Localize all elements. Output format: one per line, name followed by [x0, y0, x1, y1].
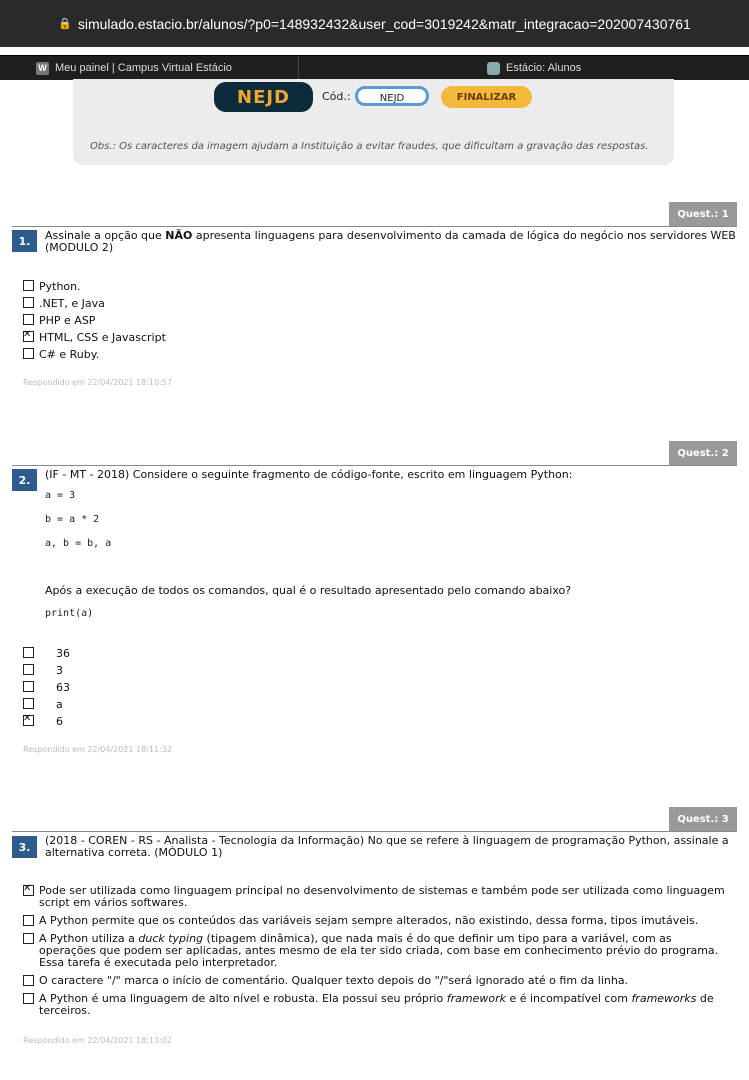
- cod-input[interactable]: NEJD: [355, 86, 429, 106]
- option[interactable]: Pode ser utilizada como linguagem princi…: [23, 883, 729, 909]
- checkbox[interactable]: [23, 314, 34, 325]
- question-number: 3.: [12, 836, 37, 858]
- tab-strip: W Meu painel | Campus Virtual Estácio Es…: [0, 55, 749, 80]
- option[interactable]: O caractere "/" marca o início de coment…: [23, 975, 729, 987]
- checkbox[interactable]: [23, 664, 34, 675]
- code-line: a, b = b, a: [45, 538, 112, 549]
- option[interactable]: 36: [23, 647, 70, 660]
- checkbox[interactable]: [23, 297, 34, 308]
- checkbox-checked[interactable]: [23, 713, 34, 726]
- option[interactable]: A Python utiliza a duck typing (tipagem …: [23, 933, 729, 969]
- option[interactable]: A Python permite que os conteúdos das va…: [23, 915, 729, 927]
- tab-campus[interactable]: W Meu painel | Campus Virtual Estácio: [0, 56, 298, 80]
- checkbox[interactable]: [23, 933, 34, 944]
- question-number: 2.: [12, 469, 37, 491]
- option[interactable]: a: [23, 698, 63, 711]
- option[interactable]: 3: [23, 664, 63, 677]
- wordpress-favicon-icon: W: [36, 61, 49, 75]
- checkbox-checked[interactable]: [23, 329, 34, 342]
- checkbox[interactable]: [23, 698, 34, 709]
- checkbox[interactable]: [23, 993, 34, 1004]
- answered-timestamp: Respondido em 22/04/2021 18:13:02: [23, 1036, 172, 1045]
- question-text-2: Após a execução de todos os comandos, qu…: [45, 584, 572, 597]
- checkbox[interactable]: [23, 348, 34, 359]
- question-text: Assinale a opção que NÃO apresenta lingu…: [45, 229, 736, 254]
- code-line: b = a * 2: [45, 514, 100, 525]
- code-line: print(a): [45, 608, 94, 619]
- quest-tag: Quest.: 2: [669, 441, 737, 465]
- option[interactable]: C# e Ruby.: [23, 348, 99, 361]
- question-divider: [12, 831, 737, 832]
- option[interactable]: HTML, CSS e Javascript: [23, 329, 166, 344]
- question-number: 1.: [12, 230, 37, 252]
- checkbox-checked[interactable]: [23, 883, 34, 896]
- tab-label: Meu painel | Campus Virtual Estácio: [55, 62, 232, 74]
- quest-tag: Quest.: 3: [669, 807, 737, 831]
- option[interactable]: Python.: [23, 280, 81, 293]
- url-text: simulado.estacio.br/alunos/?p0=148932432…: [77, 15, 691, 32]
- checkbox[interactable]: [23, 915, 34, 926]
- option[interactable]: 6: [23, 713, 63, 728]
- checkbox[interactable]: [23, 280, 34, 291]
- question-text: (2018 - COREN - RS - Analista - Tecnolog…: [45, 834, 729, 859]
- checkbox[interactable]: [23, 975, 34, 986]
- obs-note: Obs.: Os caracteres da imagem ajudam a I…: [90, 141, 649, 152]
- checkbox[interactable]: [23, 647, 34, 658]
- finalizar-button[interactable]: FINALIZAR: [441, 86, 532, 108]
- question-text: (IF - MT - 2018) Considere o seguinte fr…: [45, 468, 573, 481]
- quest-tag: Quest.: 1: [669, 202, 737, 226]
- tab-label: Estácio: Alunos: [506, 62, 582, 74]
- lock-icon: 🔒: [58, 18, 72, 30]
- question-divider: [12, 226, 737, 227]
- captcha-image: NEJD: [214, 82, 313, 112]
- option[interactable]: .NET, e Java: [23, 297, 105, 310]
- option[interactable]: PHP e ASP: [23, 314, 95, 327]
- option[interactable]: 63: [23, 681, 70, 694]
- checkbox[interactable]: [23, 681, 34, 692]
- answered-timestamp: Respondido em 22/04/2021 18:11:32: [23, 745, 172, 754]
- estacio-favicon-icon: [487, 61, 500, 75]
- code-line: a = 3: [45, 490, 76, 501]
- question-divider: [12, 465, 737, 466]
- tab-alunos[interactable]: Estácio: Alunos: [299, 56, 749, 80]
- address-bar[interactable]: 🔒 simulado.estacio.br/alunos/?p0=1489324…: [0, 0, 749, 47]
- option[interactable]: A Python é uma linguagem de alto nível e…: [23, 993, 729, 1017]
- answered-timestamp: Respondido em 22/04/2021 18:10:57: [23, 378, 172, 387]
- cod-label: Cód.:: [322, 90, 351, 103]
